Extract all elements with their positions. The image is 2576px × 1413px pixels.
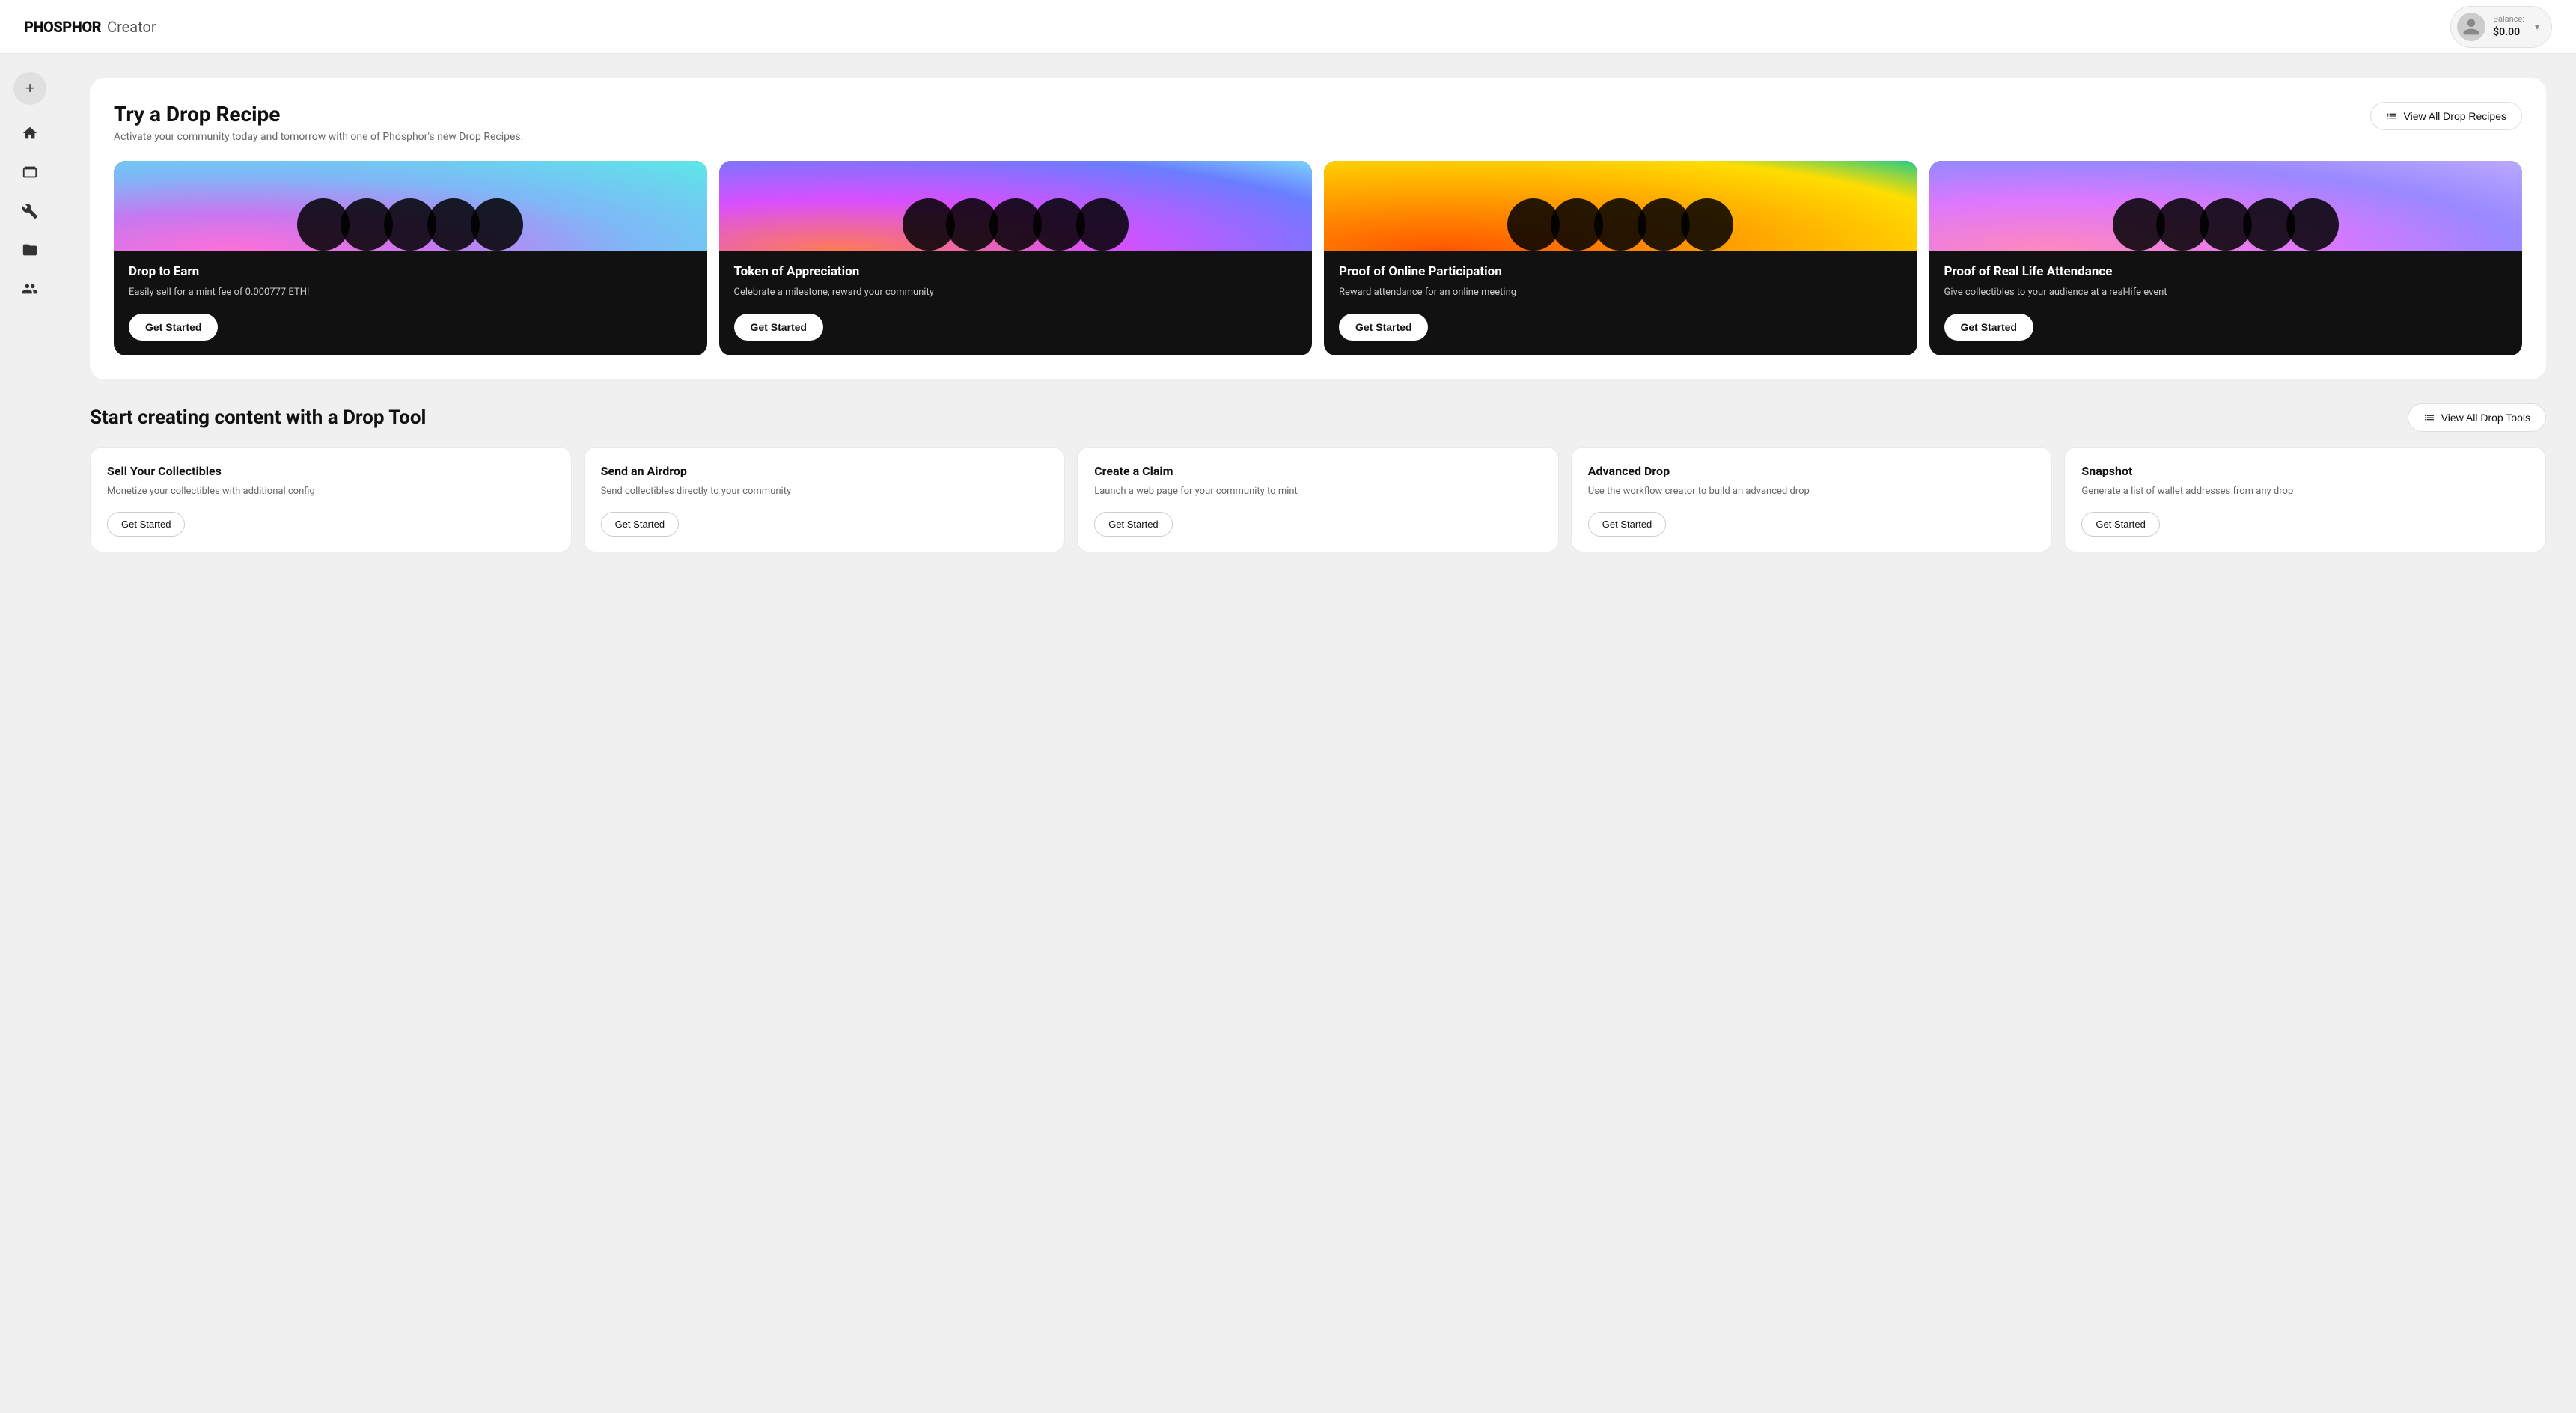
header-right: Balance: $0.00 ▾: [2450, 6, 2552, 48]
recipe-card-title-1: Drop to Earn: [129, 264, 692, 279]
user-icon: [2461, 17, 2481, 37]
view-all-tools-label: View All Drop Tools: [2441, 412, 2530, 424]
bubble: [1076, 198, 1129, 251]
sidebar-item-home[interactable]: [13, 117, 46, 150]
recipe-card-image-1: [114, 161, 707, 251]
balance-label: Balance:: [2493, 14, 2524, 25]
main-content: Try a Drop Recipe Activate your communit…: [60, 54, 2576, 600]
recipe-card-image-4: [1929, 161, 2523, 251]
tool-card-title-1: Sell Your Collectibles: [107, 464, 555, 478]
recipe-card-title-3: Proof of Online Participation: [1339, 264, 1902, 279]
bubbles-decoration: [719, 161, 1313, 251]
tool-get-started-btn-2[interactable]: Get Started: [601, 512, 679, 537]
bubbles-decoration: [1324, 161, 1917, 251]
recipe-cards-grid: Drop to Earn Easily sell for a mint fee …: [114, 161, 2522, 355]
avatar: [2457, 13, 2485, 41]
tool-card-snapshot[interactable]: Snapshot Generate a list of wallet addre…: [2064, 447, 2546, 553]
bubbles-decoration: [114, 161, 707, 251]
bubbles-decoration: [1929, 161, 2523, 251]
drop-recipes-heading: Try a Drop Recipe Activate your communit…: [114, 102, 523, 143]
recipe-get-started-btn-2[interactable]: Get Started: [734, 314, 823, 341]
tool-card-create-claim[interactable]: Create a Claim Launch a web page for you…: [1077, 447, 1559, 553]
recipe-card-body-4: Proof of Real Life Attendance Give colle…: [1929, 251, 2523, 355]
tool-card-desc-5: Generate a list of wallet addresses from…: [2081, 484, 2529, 499]
tool-card-desc-4: Use the workflow creator to build an adv…: [1588, 484, 2036, 499]
logo-brand: PHOSPHOR: [24, 18, 101, 36]
tool-get-started-btn-4[interactable]: Get Started: [1588, 512, 1666, 537]
drop-tools-section: Start creating content with a Drop Tool …: [90, 403, 2546, 553]
tools-icon: [22, 203, 38, 219]
recipe-card-body-3: Proof of Online Participation Reward att…: [1324, 251, 1917, 355]
tool-card-title-3: Create a Claim: [1094, 464, 1542, 478]
drop-recipes-section: Try a Drop Recipe Activate your communit…: [90, 78, 2546, 379]
recipe-card-desc-4: Give collectibles to your audience at a …: [1944, 285, 2508, 300]
tool-card-sell-collectibles[interactable]: Sell Your Collectibles Monetize your col…: [90, 447, 572, 553]
recipe-get-started-btn-4[interactable]: Get Started: [1944, 314, 2033, 341]
view-all-recipes-button[interactable]: View All Drop Recipes: [2370, 102, 2522, 130]
balance-info: Balance: $0.00: [2493, 14, 2524, 38]
tool-card-desc-3: Launch a web page for your community to …: [1094, 484, 1542, 499]
recipe-card-image-2: [719, 161, 1313, 251]
add-button[interactable]: +: [13, 72, 46, 105]
tool-card-title-4: Advanced Drop: [1588, 464, 2036, 478]
view-all-recipes-label: View All Drop Recipes: [2404, 110, 2506, 122]
bubble: [1681, 198, 1733, 251]
logo-subtitle: Creator: [107, 18, 156, 36]
logo: PHOSPHOR Creator: [24, 18, 156, 36]
tool-card-advanced-drop[interactable]: Advanced Drop Use the workflow creator t…: [1571, 447, 2053, 553]
drop-recipes-header: Try a Drop Recipe Activate your communit…: [114, 102, 2522, 143]
layout: +: [0, 0, 2576, 600]
collection-icon: [22, 164, 38, 180]
folder-icon: [22, 242, 38, 258]
recipe-card-body-1: Drop to Earn Easily sell for a mint fee …: [114, 251, 707, 355]
list-icon: [2386, 110, 2398, 122]
recipe-card-proof-online[interactable]: Proof of Online Participation Reward att…: [1324, 161, 1917, 355]
tool-card-desc-1: Monetize your collectibles with addition…: [107, 484, 555, 499]
tool-get-started-btn-3[interactable]: Get Started: [1094, 512, 1172, 537]
recipe-card-desc-1: Easily sell for a mint fee of 0.000777 E…: [129, 285, 692, 300]
tool-card-send-airdrop[interactable]: Send an Airdrop Send collectibles direct…: [584, 447, 1066, 553]
recipe-card-desc-2: Celebrate a milestone, reward your commu…: [734, 285, 1298, 300]
balance-value: $0.00: [2493, 25, 2524, 39]
recipe-card-title-2: Token of Appreciation: [734, 264, 1298, 279]
sidebar: +: [0, 54, 60, 1413]
sidebar-item-tools[interactable]: [13, 195, 46, 228]
header: PHOSPHOR Creator Balance: $0.00 ▾: [0, 0, 2576, 54]
tool-card-title-2: Send an Airdrop: [601, 464, 1049, 478]
sidebar-item-team[interactable]: [13, 272, 46, 305]
chevron-down-icon: ▾: [2535, 22, 2539, 32]
home-icon: [22, 125, 38, 141]
view-all-tools-button[interactable]: View All Drop Tools: [2408, 403, 2546, 432]
recipe-card-image-3: [1324, 161, 1917, 251]
balance-widget[interactable]: Balance: $0.00 ▾: [2450, 6, 2552, 48]
drop-tools-header: Start creating content with a Drop Tool …: [90, 403, 2546, 432]
drop-recipes-subtitle: Activate your community today and tomorr…: [114, 131, 523, 143]
tool-card-desc-2: Send collectibles directly to your commu…: [601, 484, 1049, 499]
bubble: [471, 198, 523, 251]
recipe-card-token-appreciation[interactable]: Token of Appreciation Celebrate a milest…: [719, 161, 1313, 355]
recipe-get-started-btn-1[interactable]: Get Started: [129, 314, 218, 341]
bubble: [2286, 198, 2339, 251]
list-icon: [2423, 412, 2435, 424]
drop-tools-title: Start creating content with a Drop Tool: [90, 406, 426, 429]
recipe-card-drop-to-earn[interactable]: Drop to Earn Easily sell for a mint fee …: [114, 161, 707, 355]
team-icon: [22, 281, 38, 297]
recipe-card-body-2: Token of Appreciation Celebrate a milest…: [719, 251, 1313, 355]
sidebar-item-folder[interactable]: [13, 234, 46, 266]
sidebar-item-collections[interactable]: [13, 156, 46, 189]
recipe-card-desc-3: Reward attendance for an online meeting: [1339, 285, 1902, 300]
tool-cards-grid: Sell Your Collectibles Monetize your col…: [90, 447, 2546, 553]
tool-get-started-btn-1[interactable]: Get Started: [107, 512, 185, 537]
recipe-card-proof-real-life[interactable]: Proof of Real Life Attendance Give colle…: [1929, 161, 2523, 355]
recipe-card-title-4: Proof of Real Life Attendance: [1944, 264, 2508, 279]
drop-recipes-title: Try a Drop Recipe: [114, 102, 523, 126]
tool-get-started-btn-5[interactable]: Get Started: [2081, 512, 2159, 537]
recipe-get-started-btn-3[interactable]: Get Started: [1339, 314, 1428, 341]
tool-card-title-5: Snapshot: [2081, 464, 2529, 478]
